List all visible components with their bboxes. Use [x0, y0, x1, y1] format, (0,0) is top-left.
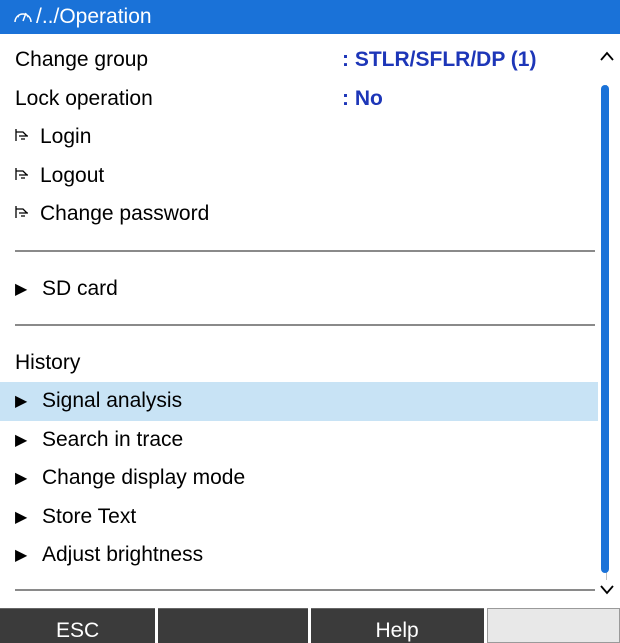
- operation-menu: Change group : STLR/SFLR/DP (1) Lock ope…: [0, 41, 600, 609]
- sd-card-item[interactable]: ▶ SD card: [0, 270, 600, 309]
- esc-softkey[interactable]: ESC: [0, 608, 156, 643]
- title-bar: /../Operation: [0, 0, 620, 34]
- login-hand-icon: [15, 167, 40, 185]
- login-item[interactable]: Login: [0, 118, 600, 157]
- change-display-mode-label: Change display mode: [42, 466, 246, 490]
- search-in-trace-label: Search in trace: [42, 427, 184, 451]
- divider: [15, 588, 595, 591]
- submenu-arrow-icon: ▶: [15, 431, 28, 449]
- store-text-item[interactable]: ▶ Store Text: [0, 498, 600, 537]
- scrollbar[interactable]: [596, 51, 620, 595]
- adjust-brightness-item[interactable]: ▶ Adjust brightness: [0, 536, 600, 575]
- softkey-2[interactable]: [158, 608, 308, 643]
- change-group-value: : STLR/SFLR/DP (1): [342, 48, 537, 72]
- submenu-arrow-icon: ▶: [15, 470, 28, 488]
- logout-item[interactable]: Logout: [0, 157, 600, 196]
- login-hand-icon: [15, 205, 40, 223]
- adjust-brightness-label: Adjust brightness: [42, 543, 204, 567]
- change-display-mode-item[interactable]: ▶ Change display mode: [0, 459, 600, 498]
- lock-operation-row[interactable]: Lock operation : No: [0, 80, 600, 119]
- help-softkey[interactable]: Help: [310, 608, 484, 643]
- search-in-trace-item[interactable]: ▶ Search in trace: [0, 421, 600, 460]
- submenu-arrow-icon: ▶: [15, 508, 28, 526]
- breadcrumb: /../Operation: [36, 5, 152, 28]
- login-label: Login: [40, 125, 92, 149]
- login-hand-icon: [15, 128, 40, 146]
- lock-operation-value: : No: [342, 86, 383, 110]
- change-group-row[interactable]: Change group : STLR/SFLR/DP (1): [0, 41, 600, 80]
- change-group-label: Change group: [15, 48, 149, 72]
- softkey-bar: ESC Help: [0, 608, 620, 643]
- store-text-label: Store Text: [42, 504, 137, 528]
- change-password-label: Change password: [40, 202, 210, 226]
- change-password-item[interactable]: Change password: [0, 195, 600, 234]
- sd-card-label: SD card: [42, 276, 118, 300]
- submenu-arrow-icon: ▶: [15, 393, 28, 411]
- logout-label: Logout: [40, 163, 105, 187]
- lock-operation-label: Lock operation: [15, 86, 153, 110]
- history-heading: History: [15, 351, 81, 374]
- divider: [15, 324, 595, 326]
- submenu-arrow-icon: ▶: [15, 547, 28, 565]
- divider: [15, 249, 595, 252]
- signal-analysis-label: Signal analysis: [42, 389, 183, 413]
- scroll-thumb[interactable]: [601, 85, 609, 573]
- signal-analysis-item[interactable]: ▶ Signal analysis: [0, 382, 598, 421]
- softkey-4[interactable]: [486, 608, 620, 643]
- gauge-icon: [12, 6, 34, 28]
- chevron-up-icon[interactable]: [599, 49, 615, 67]
- chevron-down-icon[interactable]: [599, 582, 615, 600]
- submenu-arrow-icon: ▶: [15, 280, 28, 298]
